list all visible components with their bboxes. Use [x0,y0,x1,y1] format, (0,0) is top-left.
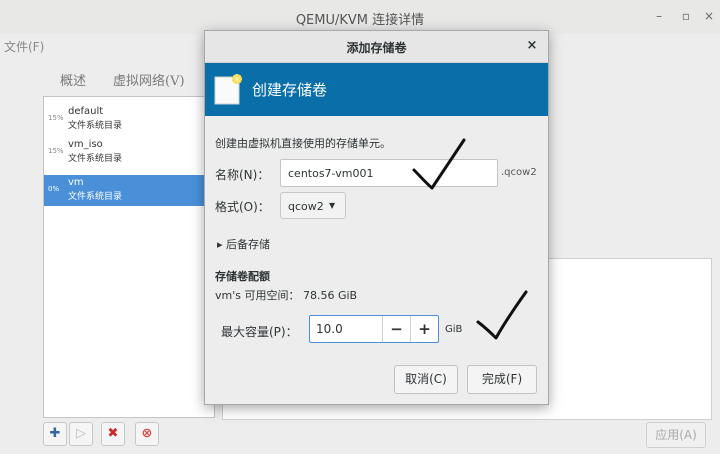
finish-button[interactable]: 完成(F) [467,365,537,394]
pool-item-default[interactable]: 15% default 文件系统目录 [44,104,214,135]
pool-type: 文件系统目录 [68,154,123,164]
storage-pool-list: 15% default 文件系统目录 15% vm_iso 文件系统目录 0% … [43,96,215,418]
new-volume-icon [214,74,242,105]
dialog-titlebar: 添加存储卷 × [205,31,548,63]
format-value: qcow2 [288,200,324,213]
maximize-button[interactable]: ▫ [679,9,693,23]
name-suffix: .qcow2 [501,167,537,178]
pool-item-vm-iso[interactable]: 15% vm_iso 文件系统目录 [44,137,214,168]
pool-type: 文件系统目录 [68,121,123,131]
expander-arrow-icon: ▸ [217,238,223,251]
add-volume-dialog: 添加存储卷 × 创建存储卷 创建由虚拟机直接使用的存储单元。 名称(N)： ce… [204,30,549,405]
delete-pool-button[interactable]: ✖ [101,422,125,446]
backing-store-label: 后备存储 [226,238,271,251]
start-pool-button[interactable]: ▷ [69,422,93,446]
pool-usage: 15% [48,114,64,122]
add-pool-button[interactable]: ✚ [43,422,67,446]
minimize-button[interactable]: – [652,9,666,23]
dialog-close-button[interactable]: × [524,38,540,54]
available-space: vm's 可用空间： 78.56 GiB [215,287,357,303]
format-dropdown[interactable]: qcow2 [280,192,346,219]
stop-icon: ⊗ [141,426,153,441]
close-button[interactable]: × [702,9,716,23]
pool-name: default [68,106,104,117]
capacity-unit: GiB [445,324,463,335]
add-icon: ✚ [49,426,61,441]
decrement-button[interactable]: − [382,316,410,342]
chevron-down-icon: ▼ [329,201,336,210]
pool-name: vm_iso [68,139,103,150]
delete-icon: ✖ [107,426,119,441]
tab-virtual-networks[interactable]: 虚拟网络(V) [113,70,185,89]
capacity-label: 最大容量(P)： [221,325,298,339]
available-space-label: vm's 可用空间： [215,289,300,302]
main-titlebar: QEMU/KVM 连接详情 – ▫ × [0,0,720,34]
name-label: 名称(N)： [215,168,270,182]
pool-type: 文件系统目录 [68,192,123,202]
pool-usage: 15% [48,147,64,155]
stop-pool-button[interactable]: ⊗ [135,422,159,446]
quota-section-title: 存储卷配额 [215,270,270,283]
pool-usage: 0% [48,185,60,193]
menu-file[interactable]: 文件(F) [4,38,44,55]
pool-item-vm[interactable]: 0% vm 文件系统目录 [44,175,214,206]
volume-name-input[interactable]: centos7-vm001 [280,159,498,187]
format-label: 格式(O)： [215,200,270,214]
dialog-header-title: 创建存储卷 [252,81,328,99]
dialog-header-banner: 创建存储卷 [205,63,548,116]
tab-overview[interactable]: 概述 [60,70,86,89]
available-space-value: 78.56 GiB [302,289,358,302]
dialog-title: 添加存储卷 [346,41,407,55]
pool-name: vm [68,177,84,188]
cancel-button[interactable]: 取消(C) [394,365,458,394]
window-title: QEMU/KVM 连接详情 [295,13,425,28]
increment-button[interactable]: + [410,316,438,342]
backing-store-expander[interactable]: ▸ 后备存储 [217,236,270,252]
apply-button[interactable]: 应用(A) [646,422,706,448]
play-icon: ▷ [76,426,86,441]
dialog-description: 创建由虚拟机直接使用的存储单元。 [215,137,391,150]
